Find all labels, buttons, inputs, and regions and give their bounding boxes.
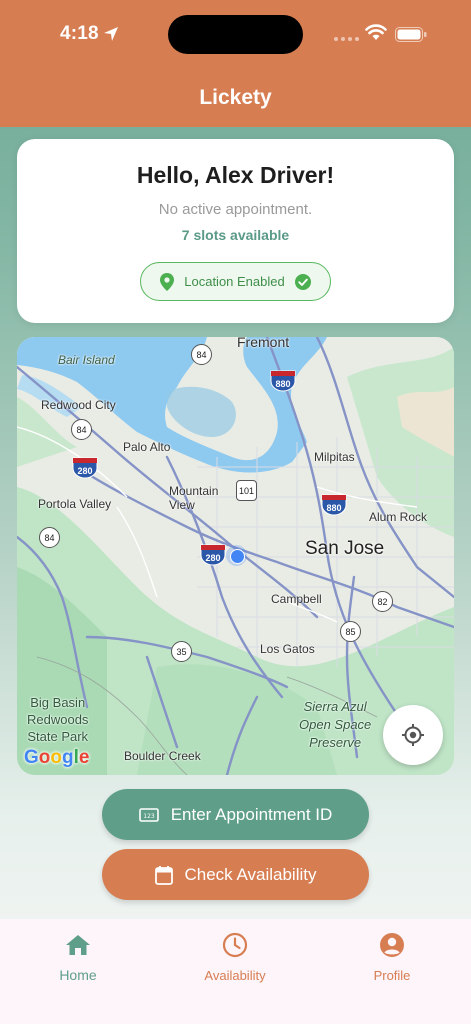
map-label-alum-rock: Alum Rock [369,510,428,524]
route-35-shield: 35 [171,641,192,662]
enter-appointment-label: Enter Appointment ID [170,804,333,824]
my-location-button[interactable] [383,705,443,765]
map-label-boulder-creek: Boulder Creek [124,749,201,763]
interstate-880-shield: 880 [321,494,347,516]
route-84-shield: 84 [191,344,212,365]
nav-label-home: Home [59,967,97,983]
map-label-portola-valley: Portola Valley [38,497,112,511]
location-pin-icon [160,272,175,291]
wifi-icon [365,24,387,40]
route-82-shield: 82 [372,591,393,612]
calendar-icon [154,865,173,885]
map-label-redwood-city: Redwood City [41,398,116,412]
status-time: 4:18 [60,23,99,44]
greeting-title: Hello, Alex Driver! [136,162,335,188]
map-label-big-basin: Big Basin Redwoods State Park [27,695,89,744]
app-title: Lickety [199,86,272,109]
location-status-label: Location Enabled [184,274,285,289]
route-84-shield: 84 [71,419,92,440]
google-logo: Google [24,747,90,768]
map-label-sierra-azul: Sierra Azul Open Space Preserve [299,699,372,750]
signal-dots-icon [334,37,359,41]
nav-tab-home[interactable]: Home [18,931,138,983]
nav-tab-availability[interactable]: Availability [175,931,295,983]
map-label-fremont: Fremont [237,337,290,350]
greeting-card: Hello, Alex Driver! No active appointmen… [17,139,454,323]
route-85-shield: 85 [340,621,361,642]
enter-appointment-button[interactable]: 123 Enter Appointment ID [102,789,369,840]
crosshair-icon [402,724,424,746]
nav-label-profile: Profile [373,968,411,983]
interstate-280-label: 280 [77,465,93,476]
id-card-icon: 123 [138,807,159,822]
interstate-280-shield: 280 [200,544,226,566]
nav-tab-profile[interactable]: Profile [332,931,452,983]
map-label-palo-alto: Palo Alto [123,440,171,454]
route-101-shield: 101 [236,480,257,501]
home-icon [66,935,90,955]
interstate-280-shield: 280 [72,457,98,479]
nav-label-availability: Availability [204,968,266,983]
interstate-880-shield: 880 [270,370,296,392]
map-label-milpitas: Milpitas [314,450,355,464]
clock-icon [222,932,248,958]
current-location-marker [226,545,247,566]
bottom-navigation: Home Availability Profile [0,919,471,1024]
check-circle-icon [294,273,311,290]
map-view[interactable]: Fremont Bair Island Redwood City Palo Al… [17,337,454,775]
slots-available: 7 slots available [181,227,290,243]
interstate-880-label: 880 [326,502,342,513]
app-header: 4:18 Lickety [0,0,471,127]
map-label-san-jose: San Jose [305,538,385,559]
interstate-280-label: 280 [205,552,221,563]
map-label-mountain-view: Mountain View [169,484,219,512]
map-label-campbell: Campbell [271,592,322,606]
svg-text:123: 123 [143,813,155,820]
location-arrow-icon [104,27,118,41]
route-84-shield: 84 [39,527,60,548]
map-label-los-gatos: Los Gatos [260,642,315,656]
interstate-880-label: 880 [275,378,291,389]
appointment-status: No active appointment. [158,201,313,218]
profile-icon [380,933,404,957]
check-availability-button[interactable]: Check Availability [102,849,369,900]
location-status-badge: Location Enabled [140,262,331,301]
map-label-bair-island: Bair Island [58,353,115,367]
battery-icon [395,27,427,42]
dynamic-island [168,15,303,54]
check-availability-label: Check Availability [184,864,317,884]
